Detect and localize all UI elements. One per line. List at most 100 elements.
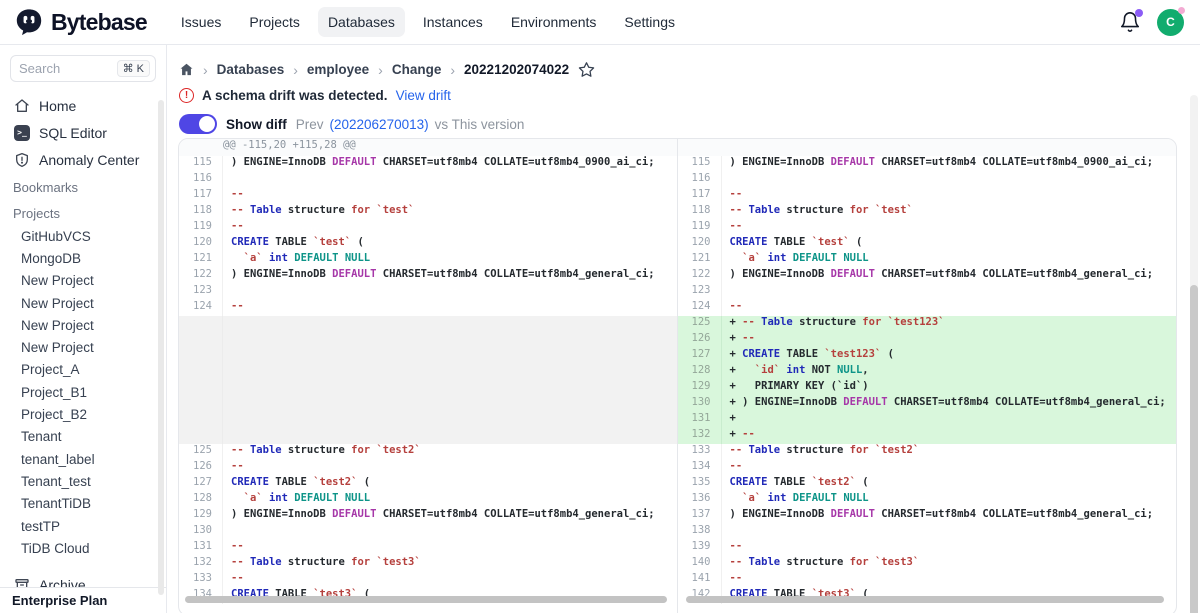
breadcrumb-item-databases[interactable]: Databases [217,62,285,77]
diff-code-row: 118-- Table structure for `test` [179,204,677,220]
line-number: 137 [678,508,722,524]
breadcrumb-home-icon[interactable] [179,62,194,77]
diff-code-row: 136 `a` int DEFAULT NULL [678,492,1177,508]
code-line: + -- Table structure for `test123` [722,316,1177,332]
sidebar-project-item[interactable]: testTP [10,515,156,537]
search-shortcut-badge: ⌘ K [117,60,150,77]
search-input[interactable] [19,61,99,76]
nav-item-issues[interactable]: Issues [171,7,231,37]
code-line: -- [722,188,1177,204]
code-line: CREATE TABLE `test2` ( [223,476,677,492]
line-number: 125 [678,316,722,332]
sidebar-project-item[interactable]: Project_A [10,359,156,381]
line-number: 120 [179,236,223,252]
sidebar-project-item[interactable]: Project_B1 [10,381,156,403]
diff-code-row: 131-- [179,540,677,556]
sidebar-item-home[interactable]: Home [10,92,156,119]
code-line: -- [722,572,1177,588]
sidebar-project-item[interactable]: Project_B2 [10,403,156,425]
line-number: 133 [179,572,223,588]
line-number: 141 [678,572,722,588]
prev-version-link[interactable]: (202206270013) [330,117,429,132]
view-drift-link[interactable]: View drift [396,88,451,103]
diff-code-row: 135CREATE TABLE `test2` ( [678,476,1177,492]
code-line: -- Table structure for `test` [223,204,677,220]
line-number: 134 [678,460,722,476]
avatar[interactable]: C [1157,9,1184,36]
breadcrumb-separator: › [203,62,208,78]
sidebar-project-item[interactable]: New Project [10,336,156,358]
diff-panel-old: @@ -115,20 +115,28 @@115) ENGINE=InnoDB … [179,139,678,613]
horizontal-scrollbar-new[interactable] [686,596,1165,603]
brand-name: Bytebase [51,9,147,36]
code-line: ) ENGINE=InnoDB DEFAULT CHARSET=utf8mb4 … [223,508,677,524]
alert-text: A schema drift was detected. [202,88,388,103]
nav-item-projects[interactable]: Projects [239,7,310,37]
sidebar-scrollbar[interactable] [158,100,164,595]
sidebar-project-item[interactable]: Tenant [10,426,156,448]
page-scrollbar-thumb[interactable] [1190,285,1198,613]
code-line [722,284,1177,300]
breadcrumb-separator: › [293,62,298,78]
code-line: ) ENGINE=InnoDB DEFAULT CHARSET=utf8mb4 … [722,156,1177,172]
sidebar-project-item[interactable]: tenant_label [10,448,156,470]
code-line: ) ENGINE=InnoDB DEFAULT CHARSET=utf8mb4 … [223,268,677,284]
sidebar-project-item[interactable]: New Project [10,314,156,336]
sidebar-item-sql-editor[interactable]: >_ SQL Editor [10,119,156,146]
code-line [223,380,677,396]
diff-code-row: 121 `a` int DEFAULT NULL [179,252,677,268]
sidebar-project-item[interactable]: TenantTiDB [10,493,156,515]
diff-code-row: 126-- [179,460,677,476]
enterprise-plan-link[interactable]: Enterprise Plan [0,587,166,613]
diff-viewer: @@ -115,20 +115,28 @@115) ENGINE=InnoDB … [178,138,1177,613]
diff-added-row: 125+ -- Table structure for `test123` [678,316,1177,332]
code-line: CREATE TABLE `test2` ( [722,476,1177,492]
diff-code-row: 137) ENGINE=InnoDB DEFAULT CHARSET=utf8m… [678,508,1177,524]
show-diff-toggle[interactable] [179,114,217,134]
diff-added-row: 129+ PRIMARY KEY (`id`) [678,380,1177,396]
breadcrumb-item-change[interactable]: Change [392,62,442,77]
home-icon [14,98,30,114]
code-line: -- [223,572,677,588]
line-number: 136 [678,492,722,508]
diff-code-row: 115) ENGINE=InnoDB DEFAULT CHARSET=utf8m… [179,156,677,172]
sidebar-item-label: Home [39,98,76,114]
main-nav: Issues Projects Databases Instances Environm… [171,7,685,37]
diff-hunk-header: @@ -115,20 +115,28 @@ [179,139,677,156]
code-line: -- [223,220,677,236]
star-icon[interactable] [578,61,595,78]
sidebar-project-item[interactable]: TiDB Cloud [10,537,156,559]
diff-added-row: 132+ -- [678,428,1177,444]
sidebar-project-item[interactable]: New Project [10,292,156,314]
line-number: 118 [179,204,223,220]
sidebar-project-item[interactable]: GitHubVCS [10,225,156,247]
line-number [179,348,223,364]
code-line: -- Table structure for `test2` [223,444,677,460]
diff-code-row: 134-- [678,460,1177,476]
line-number: 124 [179,300,223,316]
horizontal-scrollbar-old[interactable] [185,596,667,603]
nav-item-settings[interactable]: Settings [614,7,685,37]
sidebar-project-item[interactable]: MongoDB [10,247,156,269]
sidebar-project-item[interactable]: Tenant_test [10,470,156,492]
diff-code-row: 133-- [179,572,677,588]
main-content: › Databases › employee › Change › 202212… [167,45,1200,613]
sidebar-project-item[interactable]: New Project [10,270,156,292]
nav-item-environments[interactable]: Environments [501,7,607,37]
brand[interactable]: Bytebase [14,7,147,37]
terminal-icon: >_ [14,125,30,141]
breadcrumb-item-employee[interactable]: employee [307,62,369,77]
nav-item-instances[interactable]: Instances [413,7,493,37]
diff-toolbar: Show diff Prev (202206270013) vs This ve… [179,114,1200,134]
top-navbar: Bytebase Issues Projects Databases Instance… [0,0,1200,45]
nav-item-databases[interactable]: Databases [318,7,405,37]
diff-code-row: 118-- Table structure for `test` [678,204,1177,220]
notifications-button[interactable] [1119,11,1141,33]
diff-code-row: 128 `a` int DEFAULT NULL [179,492,677,508]
line-number: 116 [678,172,722,188]
line-number: 122 [179,268,223,284]
line-number: 127 [179,476,223,492]
search-input-wrap[interactable]: ⌘ K [10,55,156,82]
code-line: -- [722,300,1177,316]
sidebar-item-anomaly-center[interactable]: Anomaly Center [10,146,156,173]
